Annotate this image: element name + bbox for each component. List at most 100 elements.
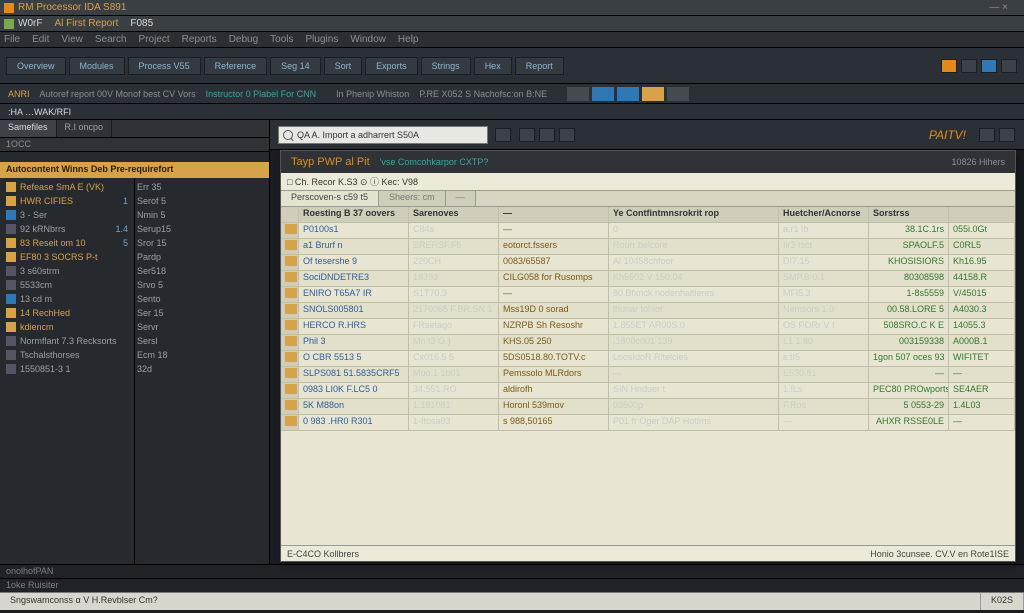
- tree-node-3[interactable]: 92 kRNbrrs1.4: [0, 222, 134, 236]
- table-row[interactable]: HERCO R.HRSFRsetagoNZRPB Sh Resoshr1.855…: [281, 319, 1015, 335]
- menu-reports[interactable]: Reports: [182, 34, 217, 45]
- cell-7: 44158.R: [949, 271, 1015, 286]
- sidemini-2[interactable]: Nmin 5: [135, 208, 269, 222]
- col-header-4[interactable]: Ye Contfintmnsrokrit rop: [609, 207, 779, 222]
- tree-node-9[interactable]: 14 RechHed: [0, 306, 134, 320]
- sidemini-3[interactable]: Serup15: [135, 222, 269, 236]
- tile-1[interactable]: [567, 87, 589, 101]
- tree-node-10[interactable]: kdiencm: [0, 320, 134, 334]
- table-row[interactable]: Phil 3Mn t3 O.)KHS.05 250.1800c001 139L1…: [281, 335, 1015, 351]
- tile-2[interactable]: [592, 87, 614, 101]
- sidemini-4[interactable]: Sror 15: [135, 236, 269, 250]
- tree-node-6[interactable]: 3 s60strm: [0, 264, 134, 278]
- tree-node-7[interactable]: 5533cm: [0, 278, 134, 292]
- ribbon-tab-4[interactable]: Seg 14: [270, 57, 321, 75]
- ribbon-tab-8[interactable]: Hex: [474, 57, 512, 75]
- col-header-2[interactable]: Sarenoves: [409, 207, 499, 222]
- tree-node-2[interactable]: 3 - Ser: [0, 208, 134, 222]
- menu-plugins[interactable]: Plugins: [306, 34, 339, 45]
- ribbon-tab-6[interactable]: Exports: [365, 57, 418, 75]
- tile-3[interactable]: [617, 87, 639, 101]
- tile-4[interactable]: [642, 87, 664, 101]
- menu-search[interactable]: Search: [95, 34, 127, 45]
- micro-tool-3[interactable]: [559, 128, 575, 142]
- menu-window[interactable]: Window: [350, 34, 386, 45]
- menu-file[interactable]: File: [4, 34, 20, 45]
- sidemini-8[interactable]: Sento: [135, 292, 269, 306]
- sidemini-10[interactable]: Servr: [135, 320, 269, 334]
- col-header-0[interactable]: [281, 207, 299, 222]
- table-row[interactable]: Of tesershe 9220CH0083/65587Al 10458chfo…: [281, 255, 1015, 271]
- cell-7: —: [949, 415, 1015, 430]
- status-area: onolhofPAN 1oke Ruisiter Sngswamconss α …: [0, 564, 1024, 613]
- col-header-1[interactable]: Roesting B 37 oovers: [299, 207, 409, 222]
- sidemini-9[interactable]: Ser 15: [135, 306, 269, 320]
- menu-debug[interactable]: Debug: [229, 34, 258, 45]
- ribbon-tab-9[interactable]: Report: [515, 57, 564, 75]
- tree-node-1[interactable]: HWR CIFIES1: [0, 194, 134, 208]
- table-row[interactable]: O CBR 5513 5Cx016.5 55DS0518.80.TOTV.cLo…: [281, 351, 1015, 367]
- table-row[interactable]: a1 Brurf nERERSF.F5eotorct.fssersRourr b…: [281, 239, 1015, 255]
- ribbon-tab-7[interactable]: Strings: [421, 57, 471, 75]
- tile-5[interactable]: [667, 87, 689, 101]
- table-row[interactable]: ENIRO T65A7 IRS1T70.3—80.Bfxnck nodenhal…: [281, 287, 1015, 303]
- search-placeholder: QA A. Import a adharrert S50A: [297, 130, 419, 140]
- tree-node-8[interactable]: 13 cd m: [0, 292, 134, 306]
- upper-tool-a[interactable]: [979, 128, 995, 142]
- search-input[interactable]: QA A. Import a adharrert S50A: [278, 126, 488, 144]
- ribbon-tab-0[interactable]: Overview: [6, 57, 66, 75]
- inner-tab-0[interactable]: Perscoven-s c59 t5: [281, 191, 379, 206]
- menu-tools[interactable]: Tools: [270, 34, 293, 45]
- col-header-5[interactable]: Huetcher/Acnorse: [779, 207, 869, 222]
- table-row[interactable]: 5K M88on1.181081Horonl 539mov03500pF.Ros…: [281, 399, 1015, 415]
- table-row[interactable]: SNOLS0058012170065 F.BR.SN 1Mss19D 0 sor…: [281, 303, 1015, 319]
- sidemini-7[interactable]: Srvo 5: [135, 278, 269, 292]
- sidemini-1[interactable]: Serof 5: [135, 194, 269, 208]
- crumb-b[interactable]: Autoref report 00V Monof best CV Vors: [40, 89, 196, 99]
- menu-view[interactable]: View: [61, 34, 83, 45]
- col-header-3[interactable]: —: [499, 207, 609, 222]
- tree-node-4[interactable]: 83 Reseit om 105: [0, 236, 134, 250]
- cell-2: 18393: [409, 271, 499, 286]
- search-go-button[interactable]: [495, 128, 511, 142]
- ribbon-tool-1[interactable]: [941, 59, 957, 73]
- sidemini-5[interactable]: Pardp: [135, 250, 269, 264]
- tree-node-12[interactable]: Tschalsthorses: [0, 348, 134, 362]
- left-tab-1[interactable]: R.I oncpo: [57, 120, 113, 137]
- tree-node-11[interactable]: Normflant 7.3 Recksorts: [0, 334, 134, 348]
- ribbon-tool-3[interactable]: [981, 59, 997, 73]
- sidemini-13[interactable]: 32d: [135, 362, 269, 376]
- window-controls[interactable]: — ×: [989, 2, 1008, 13]
- ribbon-tab-5[interactable]: Sort: [324, 57, 363, 75]
- upper-tool-b[interactable]: [999, 128, 1015, 142]
- crumb-root[interactable]: ANRI: [8, 89, 30, 99]
- ribbon-tab-2[interactable]: Process V55: [128, 57, 201, 75]
- ribbon-tab-3[interactable]: Reference: [204, 57, 268, 75]
- sidemini-11[interactable]: Sersl: [135, 334, 269, 348]
- inner-tab-2[interactable]: —: [446, 191, 476, 206]
- inner-tab-1[interactable]: Sheers: cm: [379, 191, 446, 206]
- sidemini-0[interactable]: Err 35: [135, 180, 269, 194]
- menu-edit[interactable]: Edit: [32, 34, 49, 45]
- sidemini-12[interactable]: Ecm 18: [135, 348, 269, 362]
- micro-tool-2[interactable]: [539, 128, 555, 142]
- menu-project[interactable]: Project: [139, 34, 170, 45]
- ribbon-tool-2[interactable]: [961, 59, 977, 73]
- micro-tool-1[interactable]: [519, 128, 535, 142]
- table-row[interactable]: 0983 LI0K F.LC5 034.551 ROaldirofhSIN Hn…: [281, 383, 1015, 399]
- table-row[interactable]: P0100s1C84s—0a,r1 Ib38.1C.1rs055i.0Gt: [281, 223, 1015, 239]
- table-row[interactable]: SociDNDETRE318393CILG058 for RusompsKh55…: [281, 271, 1015, 287]
- ribbon-tab-1[interactable]: Modules: [69, 57, 125, 75]
- sidemini-6[interactable]: Ser518: [135, 264, 269, 278]
- table-row[interactable]: 0 983 .HR0 R3011-Itosa03s 988,50165P01 f…: [281, 415, 1015, 431]
- tree-node-0[interactable]: Refease SmA E (VK): [0, 180, 134, 194]
- cell-6: 5 0553-29: [869, 399, 949, 414]
- table-row[interactable]: SLPS081 51.5835CRF5Muo.1 1b01Pemssolo ML…: [281, 367, 1015, 383]
- ribbon-tool-4[interactable]: [1001, 59, 1017, 73]
- tree-node-5[interactable]: EF80 3 SOCRS P-t: [0, 250, 134, 264]
- crumb-c[interactable]: Instructor 0 Plabel For CNN: [206, 89, 317, 99]
- tree-node-13[interactable]: 1550851-3 1: [0, 362, 134, 376]
- left-tab-0[interactable]: Samefiles: [0, 120, 57, 137]
- col-header-6[interactable]: Sorstrss: [869, 207, 949, 222]
- menu-help[interactable]: Help: [398, 34, 419, 45]
